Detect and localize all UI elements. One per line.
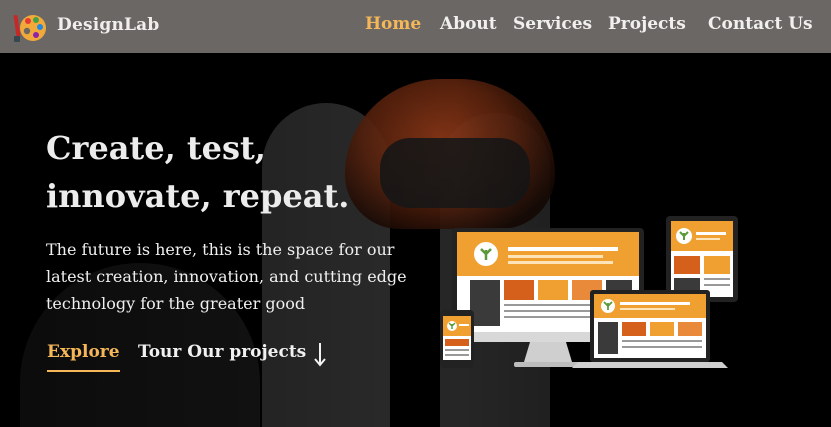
- nav-contact[interactable]: Contact Us: [708, 14, 813, 34]
- arrow-down-icon[interactable]: [312, 340, 328, 368]
- explore-link[interactable]: Explore: [47, 342, 120, 372]
- laptop-icon: [572, 290, 728, 368]
- nav-about[interactable]: About: [440, 14, 497, 34]
- tablet-icon: [666, 216, 738, 302]
- nav-services[interactable]: Services: [513, 14, 592, 34]
- palette-icon[interactable]: [12, 9, 48, 45]
- navbar: DesignLab Home About Services Projects C…: [0, 0, 831, 53]
- hero-title-line2: innovate, repeat.: [46, 177, 350, 215]
- tour-projects-link[interactable]: Tour Our projects: [138, 342, 306, 362]
- hero-description: The future is here, this is the space fo…: [46, 240, 407, 313]
- nav-projects[interactable]: Projects: [608, 14, 686, 34]
- brand-name[interactable]: DesignLab: [57, 15, 160, 35]
- hero-title: Create, test, innovate, repeat.: [46, 124, 376, 220]
- responsive-devices-illustration: [440, 216, 738, 368]
- phone-icon: [440, 310, 474, 368]
- nav-home[interactable]: Home: [365, 14, 421, 34]
- hero-title-line1: Create, test,: [46, 129, 266, 167]
